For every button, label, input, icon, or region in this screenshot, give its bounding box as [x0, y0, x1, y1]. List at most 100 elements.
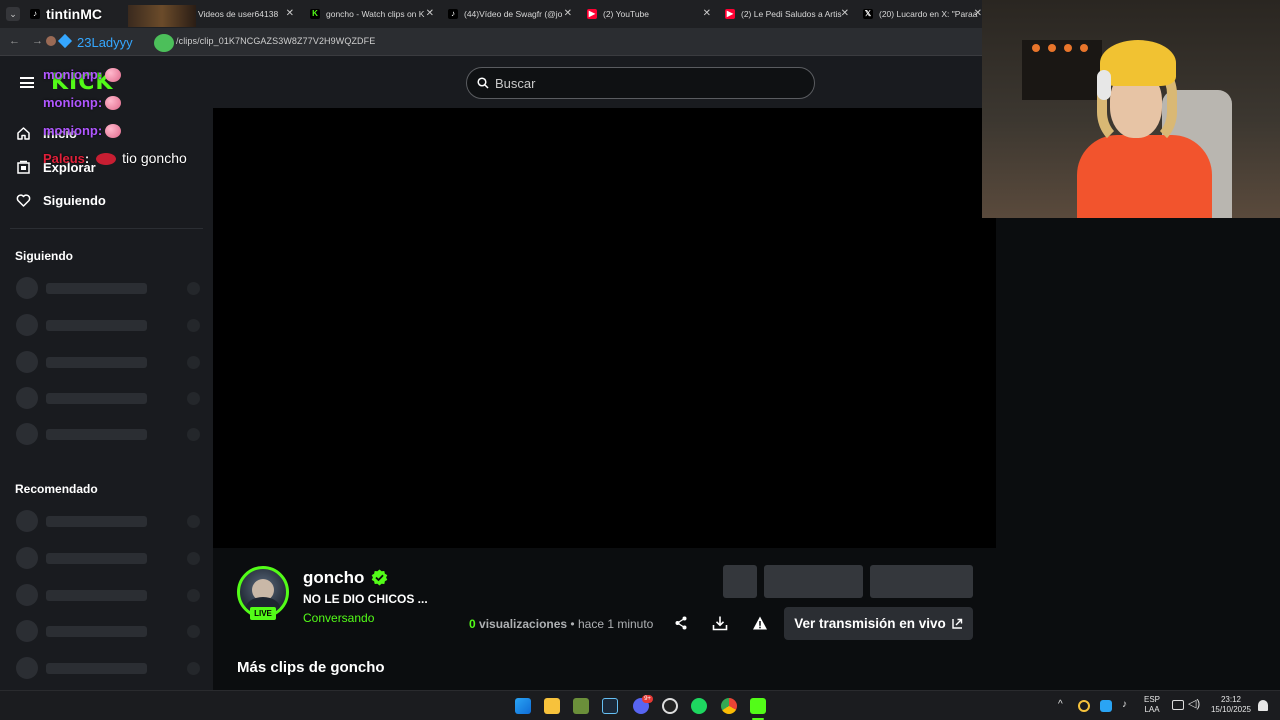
- tray-sync-icon[interactable]: [1078, 700, 1090, 712]
- browse-icon: [17, 160, 30, 174]
- steam-icon[interactable]: [602, 698, 618, 714]
- clock-date: 15/10/2025: [1210, 705, 1252, 714]
- skeleton-row: [16, 620, 200, 642]
- video-player[interactable]: [213, 108, 996, 548]
- tab-label: (20) Lucardo en X: "Paraa: [879, 9, 978, 19]
- language-code: ESP: [1143, 695, 1160, 704]
- menu-icon[interactable]: [20, 77, 34, 88]
- file-explorer-icon[interactable]: [544, 698, 560, 714]
- clock[interactable]: 23:12 15/10/2025: [1206, 695, 1256, 715]
- url-field[interactable]: /clips/clip_01K7NCGAZS3W8Z77V2H9WQZDFE: [176, 36, 375, 46]
- views-label: visualizaciones: [479, 617, 568, 631]
- home-icon: [17, 127, 30, 140]
- tab-videos-user[interactable]: Videos de user64138 ✕: [198, 4, 294, 24]
- skeleton-row: [16, 584, 200, 606]
- tab-tintinmc[interactable]: ♪ tintinMC: [30, 4, 126, 24]
- skeleton-button: [723, 565, 757, 598]
- time-ago: hace 1 minuto: [577, 617, 654, 631]
- webcam-person-hat: [1100, 40, 1176, 86]
- webcam-headphones: [1097, 70, 1111, 100]
- language-indicator[interactable]: ESP LAA: [1141, 695, 1163, 715]
- chat-username: monionp: [43, 67, 98, 82]
- obs-icon[interactable]: [662, 698, 678, 714]
- chat-separator: :: [97, 123, 103, 138]
- verified-icon: [371, 569, 388, 586]
- chat-username: monionp: [43, 123, 98, 138]
- nav-siguiendo[interactable]: Siguiendo: [16, 193, 106, 208]
- tab-tiktok-swagfr[interactable]: ♪ (44)Vídeo de Swagfr (@jo ✕: [448, 4, 572, 24]
- category-link[interactable]: Conversando: [303, 611, 374, 625]
- close-icon[interactable]: ✕: [841, 8, 849, 19]
- search-input[interactable]: Buscar: [466, 67, 815, 99]
- search-placeholder: Buscar: [495, 75, 536, 91]
- keyboard-layout: LAA: [1144, 705, 1160, 714]
- tray-volume-icon[interactable]: ◁): [1188, 699, 1200, 710]
- tab-goncho-clips[interactable]: K goncho - Watch clips on K ✕: [310, 4, 434, 24]
- taskbar: 9+ ^ ♪ ESP LAA ◁) 23:12 15/10/2025: [0, 690, 1280, 720]
- clip-meta: 0 visualizaciones • hace 1 minuto: [469, 617, 653, 631]
- chat-separator: :: [84, 151, 90, 166]
- close-icon[interactable]: ✕: [426, 8, 434, 19]
- nav-label: Siguiendo: [43, 193, 106, 208]
- close-icon[interactable]: ✕: [564, 8, 572, 19]
- webcam-decor: [1048, 44, 1056, 52]
- forward-arrow-icon[interactable]: →: [32, 35, 43, 47]
- channel-name[interactable]: goncho: [303, 568, 364, 588]
- tab-youtube-saludos[interactable]: ▶ (2) Le Pedi Saludos a Artis ✕: [725, 4, 849, 24]
- overlay-avatar-icon: [46, 36, 56, 46]
- youtube-icon: ▶: [587, 9, 597, 19]
- external-link-icon: [952, 618, 962, 629]
- watch-live-button[interactable]: Ver transmisión en vivo: [784, 607, 973, 640]
- tray-network-icon[interactable]: [1172, 700, 1184, 710]
- minecraft-icon[interactable]: [573, 698, 589, 714]
- tiktok-icon: ♪: [30, 9, 40, 19]
- notification-bell-icon[interactable]: [1258, 700, 1268, 711]
- tab-label: (2) Le Pedi Saludos a Artis: [741, 9, 842, 19]
- tab-label: goncho - Watch clips on K: [326, 9, 425, 19]
- tab-list-dropdown-icon[interactable]: ⌄: [6, 7, 20, 21]
- skeleton-row: [16, 510, 200, 532]
- meta-separator: •: [570, 617, 575, 631]
- chat-message: Paleus: tio goncho: [43, 150, 187, 168]
- tab-label: (44)Vídeo de Swagfr (@jo: [464, 9, 563, 19]
- heart-emote-icon: [105, 67, 122, 82]
- share-icon[interactable]: [673, 615, 689, 631]
- chrome-icon[interactable]: [721, 698, 737, 714]
- heart-emote-icon: [105, 95, 122, 110]
- report-icon[interactable]: [752, 615, 768, 631]
- close-icon[interactable]: ✕: [703, 8, 711, 19]
- chat-message: monionp:: [43, 122, 122, 140]
- close-icon[interactable]: ✕: [974, 8, 982, 19]
- skeleton-row: [16, 351, 200, 373]
- clock-time: 23:12: [1220, 695, 1242, 704]
- overlay-username: 23Ladyyy: [77, 35, 133, 50]
- back-arrow-icon[interactable]: ←: [9, 35, 20, 47]
- kick-icon: K: [310, 9, 320, 19]
- windows-start-icon[interactable]: [515, 698, 531, 714]
- webcam-decor: [1032, 44, 1040, 52]
- close-icon[interactable]: ✕: [286, 8, 294, 19]
- kick-app-icon[interactable]: [750, 698, 766, 714]
- tray-chevron-icon[interactable]: ^: [1058, 700, 1063, 710]
- download-icon[interactable]: [712, 615, 728, 631]
- views-count: 0: [469, 617, 476, 631]
- tiktok-icon: ♪: [448, 9, 458, 19]
- live-badge: LIVE: [250, 607, 276, 620]
- x-icon: 𝕏: [863, 9, 873, 19]
- skeleton-row: [16, 314, 200, 336]
- youtube-icon: ▶: [725, 9, 735, 19]
- heart-icon: [16, 194, 31, 207]
- heart-emote-icon: [105, 123, 122, 138]
- tab-x-lucardo[interactable]: 𝕏 (20) Lucardo en X: "Paraa ✕: [863, 4, 982, 24]
- skeleton-button: [764, 565, 863, 598]
- skeleton-row: [16, 657, 200, 679]
- overlay-thumbnail: [128, 5, 196, 27]
- skeleton-row: [16, 277, 200, 299]
- tray-mic-icon[interactable]: ♪: [1122, 700, 1127, 710]
- watch-live-label: Ver transmisión en vivo: [794, 616, 946, 631]
- spotify-icon[interactable]: [691, 698, 707, 714]
- tab-label: Videos de user64138: [198, 9, 279, 19]
- clip-title: NO LE DIO CHICOS ...: [303, 592, 428, 606]
- tray-security-icon[interactable]: [1100, 700, 1112, 712]
- tab-youtube[interactable]: ▶ (2) YouTube ✕: [587, 4, 711, 24]
